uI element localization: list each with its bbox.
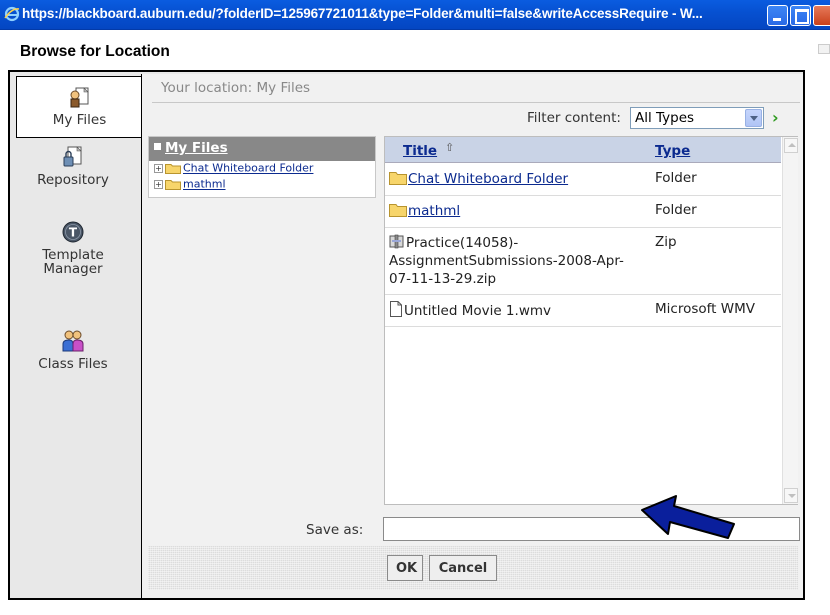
- file-name: Untitled Movie 1.wmv: [404, 303, 551, 319]
- internet-explorer-icon: [4, 6, 20, 22]
- sidebar-item-my-files[interactable]: My Files: [16, 76, 142, 138]
- tree-root-label: My Files: [165, 140, 228, 156]
- folder-icon: [389, 204, 407, 217]
- tree-item[interactable]: + mathml: [149, 177, 375, 193]
- filter-content-select[interactable]: All Types: [630, 107, 764, 129]
- template-manager-icon: T: [62, 221, 84, 243]
- file-list: Title ⇧ Type Chat Whiteboard Folder Fold…: [384, 136, 798, 505]
- repository-icon: [63, 146, 82, 167]
- table-row[interactable]: Untitled Movie 1.wmv Microsoft WMV: [385, 295, 781, 327]
- sidebar-item-repository[interactable]: Repository: [10, 145, 136, 187]
- file-type: Folder: [655, 170, 697, 186]
- bullet-icon: [154, 143, 161, 150]
- file-name-line: Practice(14058)-: [406, 235, 519, 251]
- sidebar: My Files Repository T Template Manager C…: [10, 72, 142, 598]
- window-titlebar: https://blackboard.auburn.edu/?folderID=…: [0, 0, 830, 30]
- svg-text:T: T: [69, 226, 78, 240]
- file-name-line: 07-11-13-29.zip: [389, 271, 497, 287]
- minimize-button[interactable]: [767, 5, 788, 26]
- filter-selected-value: All Types: [635, 110, 695, 126]
- ok-button[interactable]: OK: [387, 555, 423, 581]
- file-list-header: Title ⇧ Type: [385, 137, 781, 163]
- table-row[interactable]: mathml Folder: [385, 196, 781, 228]
- sidebar-item-label: My Files: [52, 112, 107, 128]
- file-name-link[interactable]: Chat Whiteboard Folder: [408, 171, 568, 187]
- my-files-icon: [70, 87, 89, 108]
- close-button[interactable]: [813, 5, 830, 26]
- class-files-icon: [62, 330, 84, 352]
- cancel-button[interactable]: Cancel: [429, 555, 497, 581]
- scroll-down-icon[interactable]: [784, 488, 798, 503]
- table-row[interactable]: Chat Whiteboard Folder Folder: [385, 164, 781, 196]
- page-scrollbar[interactable]: [818, 44, 830, 54]
- save-as-label: Save as:: [306, 522, 364, 538]
- zip-icon: [389, 234, 404, 249]
- column-header-title[interactable]: Title: [403, 143, 437, 159]
- sidebar-item-label: Manager: [43, 261, 103, 277]
- expand-icon[interactable]: +: [154, 163, 163, 173]
- file-type: Zip: [655, 234, 677, 250]
- tree-item-label[interactable]: Chat Whiteboard Folder: [183, 162, 313, 175]
- file-name-link[interactable]: mathml: [408, 203, 460, 219]
- sort-ascending-icon[interactable]: ⇧: [445, 141, 454, 154]
- folder-icon: [389, 172, 407, 185]
- button-bar: OK Cancel: [148, 546, 798, 590]
- divider: [152, 102, 800, 103]
- document-icon: [390, 301, 402, 317]
- dialog-heading: Browse for Location: [20, 43, 170, 60]
- table-row[interactable]: Practice(14058)- AssignmentSubmissions-20…: [385, 228, 781, 295]
- folder-icon: [165, 163, 181, 174]
- maximize-button[interactable]: [790, 5, 811, 26]
- folder-icon: [165, 179, 181, 190]
- file-type: Folder: [655, 202, 697, 218]
- sidebar-item-label: Repository: [37, 172, 109, 188]
- go-arrow-icon[interactable]: ›: [772, 108, 786, 127]
- window-title: https://blackboard.auburn.edu/?folderID=…: [22, 6, 703, 21]
- scroll-up-icon[interactable]: [784, 138, 798, 153]
- filter-label: Filter content:: [527, 110, 621, 126]
- chevron-down-icon[interactable]: [745, 109, 762, 127]
- folder-tree: My Files + Chat Whiteboard Folder + mathml: [148, 136, 376, 198]
- sidebar-item-label: Class Files: [38, 356, 108, 372]
- location-breadcrumb: Your location: My Files: [161, 80, 311, 96]
- file-list-scrollbar[interactable]: [782, 137, 798, 504]
- expand-icon[interactable]: +: [154, 179, 163, 189]
- tree-item-label[interactable]: mathml: [183, 178, 226, 191]
- sidebar-item-label: Template: [42, 247, 104, 263]
- tree-root[interactable]: My Files: [149, 137, 375, 161]
- sidebar-item-class-files[interactable]: Class Files: [10, 329, 136, 371]
- column-header-type[interactable]: Type: [655, 143, 690, 159]
- tree-item[interactable]: + Chat Whiteboard Folder: [149, 161, 375, 177]
- file-type: Microsoft WMV: [655, 301, 755, 317]
- sidebar-item-template-manager[interactable]: T Template Manager: [10, 220, 136, 276]
- annotation-arrow-icon: [641, 495, 735, 539]
- file-name-line: AssignmentSubmissions-2008-Apr-: [389, 253, 624, 269]
